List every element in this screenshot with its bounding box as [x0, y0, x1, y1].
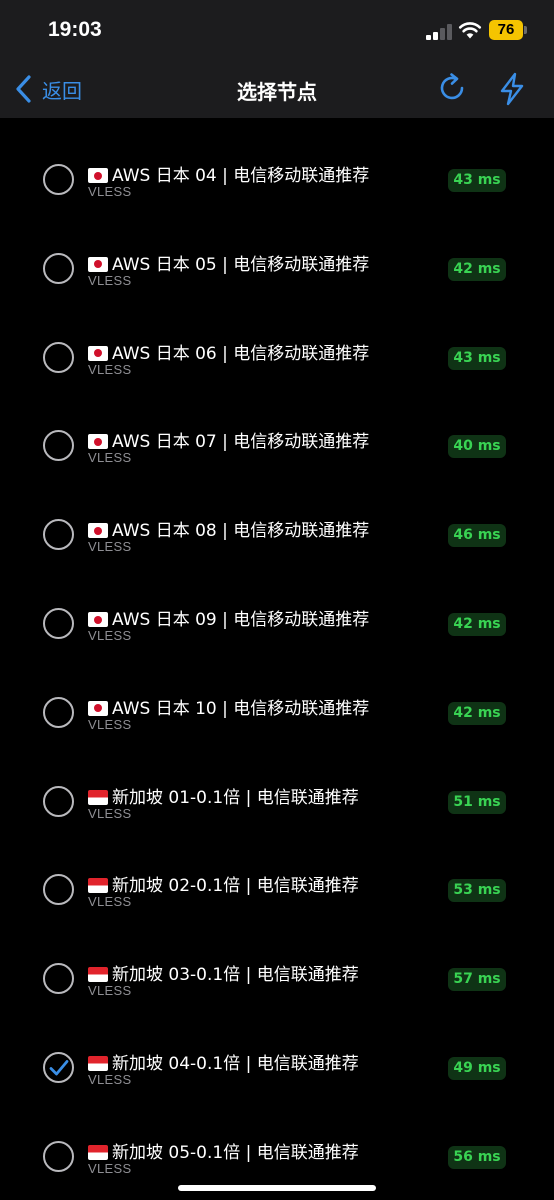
latency-badge: 57 ms: [448, 968, 506, 992]
node-protocol: VLESS: [88, 450, 132, 466]
node-name-label: AWS 日本 06 | 电信移动联通推荐: [112, 343, 370, 364]
node-protocol: VLESS: [88, 716, 132, 732]
node-name: 新加坡 04-0.1倍 | 电信联通推荐: [88, 1049, 359, 1074]
japan-flag-icon: [88, 256, 108, 272]
home-indicator: [178, 1185, 376, 1191]
latency-badge: 51 ms: [448, 790, 506, 814]
japan-flag-icon: [88, 345, 108, 361]
latency-badge: 42 ms: [448, 701, 506, 725]
node-name-label: 新加坡 02-0.1倍 | 电信联通推荐: [112, 876, 359, 897]
node-protocol: VLESS: [88, 361, 132, 377]
latency-badge: 46 ms: [448, 524, 506, 548]
singapore-flag-icon: [88, 878, 108, 894]
navigation-bar: 返回 选择节点: [0, 60, 554, 118]
node-name-label: AWS 日本 08 | 电信移动联通推荐: [112, 521, 370, 542]
node-name-label: AWS 日本 05 | 电信移动联通推荐: [112, 254, 370, 275]
node-name-label: 新加坡 03-0.1倍 | 电信联通推荐: [112, 965, 359, 986]
node-list: AWS 日本 04 | 电信移动联通推荐 VLESS 43 ms AWS 日本 05 …: [0, 118, 554, 1200]
japan-flag-icon: [88, 434, 108, 450]
node-protocol: VLESS: [88, 628, 132, 643]
latency-badge: 43 ms: [448, 346, 506, 370]
japan-flag-icon: [88, 168, 108, 183]
radio-unselected[interactable]: [43, 430, 74, 462]
latency-badge: 42 ms: [448, 613, 506, 636]
radio-unselected[interactable]: [43, 874, 74, 906]
node-name-label: AWS 日本 07 | 电信移动联通推荐: [112, 432, 370, 453]
node-protocol: VLESS: [88, 805, 132, 821]
japan-flag-icon: [88, 523, 108, 539]
status-time: 19:03: [48, 18, 102, 41]
radio-unselected[interactable]: [43, 608, 74, 639]
battery-cap: [524, 26, 527, 34]
japan-flag-icon: [88, 612, 108, 627]
latency-badge: 49 ms: [448, 1057, 506, 1080]
node-row[interactable]: AWS 日本 04 | 电信移动联通推荐 VLESS 43 ms: [0, 126, 554, 214]
node-row[interactable]: AWS 日本 07 | 电信移动联通推荐 VLESS 40 ms: [0, 392, 554, 480]
node-name: AWS 日本 08 | 电信移动联通推荐: [88, 516, 369, 541]
node-row[interactable]: AWS 日本 06 | 电信移动联通推荐 VLESS 43 ms: [0, 304, 554, 392]
node-row[interactable]: AWS 日本 05 | 电信移动联通推荐 VLESS 42 ms: [0, 215, 554, 303]
singapore-flag-icon: [88, 1056, 108, 1071]
node-row[interactable]: 新加坡 05-0.1倍 | 电信联通推荐 VLESS 56 ms: [0, 1103, 554, 1191]
node-name: 新加坡 01-0.1倍 | 电信联通推荐: [88, 783, 359, 808]
node-name: AWS 日本 04 | 电信移动联通推荐: [88, 161, 369, 186]
page-title: 选择节点: [237, 82, 317, 104]
radio-unselected[interactable]: [43, 963, 74, 995]
japan-flag-icon: [88, 700, 108, 716]
radio-unselected[interactable]: [43, 1140, 74, 1172]
node-protocol: VLESS: [88, 1160, 132, 1176]
node-name: 新加坡 03-0.1倍 | 电信联通推荐: [88, 960, 359, 985]
node-protocol: VLESS: [88, 983, 132, 999]
node-row[interactable]: 新加坡 03-0.1倍 | 电信联通推荐 VLESS 57 ms: [0, 925, 554, 1013]
node-row[interactable]: AWS 日本 09 | 电信移动联通推荐 VLESS 42 ms: [0, 570, 554, 658]
latency-badge: 40 ms: [448, 435, 506, 459]
radio-unselected[interactable]: [43, 519, 74, 551]
node-protocol: VLESS: [88, 539, 132, 555]
radio-unselected[interactable]: [43, 696, 74, 728]
node-name-label: AWS 日本 04 | 电信移动联通推荐: [112, 166, 370, 186]
node-name-label: 新加坡 04-0.1倍 | 电信联通推荐: [112, 1054, 359, 1074]
latency-badge: 43 ms: [448, 169, 506, 192]
latency-badge: 56 ms: [448, 1145, 506, 1169]
node-name: AWS 日本 07 | 电信移动联通推荐: [88, 427, 369, 452]
node-name: AWS 日本 10 | 电信移动联通推荐: [88, 694, 369, 719]
cellular-signal-icon: [426, 24, 452, 40]
radio-unselected[interactable]: [43, 252, 74, 284]
node-protocol: VLESS: [88, 1072, 132, 1087]
lightning-bolt-icon[interactable]: [498, 72, 526, 106]
node-row[interactable]: AWS 日本 08 | 电信移动联通推荐 VLESS 46 ms: [0, 481, 554, 569]
node-name-label: 新加坡 01-0.1倍 | 电信联通推荐: [112, 787, 359, 808]
node-protocol: VLESS: [88, 272, 132, 288]
node-name: 新加坡 02-0.1倍 | 电信联通推荐: [88, 871, 359, 896]
status-bar: 19:03 76: [0, 0, 554, 60]
refresh-icon[interactable]: [436, 71, 468, 105]
node-name-label: AWS 日本 10 | 电信移动联通推荐: [112, 698, 370, 719]
node-name: AWS 日本 09 | 电信移动联通推荐: [88, 605, 369, 630]
battery-indicator: 76: [489, 20, 523, 40]
node-row[interactable]: 新加坡 02-0.1倍 | 电信联通推荐 VLESS 53 ms: [0, 836, 554, 924]
latency-badge: 42 ms: [448, 257, 506, 281]
node-name: AWS 日本 05 | 电信移动联通推荐: [88, 250, 369, 275]
node-row[interactable]: 新加坡 04-0.1倍 | 电信联通推荐 VLESS 49 ms: [0, 1014, 554, 1102]
node-name-label: 新加坡 05-0.1倍 | 电信联通推荐: [112, 1142, 359, 1163]
radio-unselected[interactable]: [43, 341, 74, 373]
node-name: 新加坡 05-0.1倍 | 电信联通推荐: [88, 1138, 359, 1163]
singapore-flag-icon: [88, 967, 108, 983]
node-protocol: VLESS: [88, 894, 132, 910]
checkmark-icon: [49, 1060, 69, 1076]
node-name: AWS 日本 06 | 电信移动联通推荐: [88, 339, 369, 364]
radio-unselected[interactable]: [43, 164, 74, 195]
node-row[interactable]: AWS 日本 10 | 电信移动联通推荐 VLESS 42 ms: [0, 659, 554, 747]
wifi-icon: [458, 22, 482, 39]
radio-unselected[interactable]: [43, 785, 74, 817]
node-protocol: VLESS: [88, 184, 132, 199]
singapore-flag-icon: [88, 1144, 108, 1160]
radio-selected[interactable]: [43, 1052, 74, 1083]
singapore-flag-icon: [88, 789, 108, 805]
node-row[interactable]: 新加坡 01-0.1倍 | 电信联通推荐 VLESS 51 ms: [0, 748, 554, 836]
node-name-label: AWS 日本 09 | 电信移动联通推荐: [112, 610, 370, 630]
latency-badge: 53 ms: [448, 879, 506, 903]
